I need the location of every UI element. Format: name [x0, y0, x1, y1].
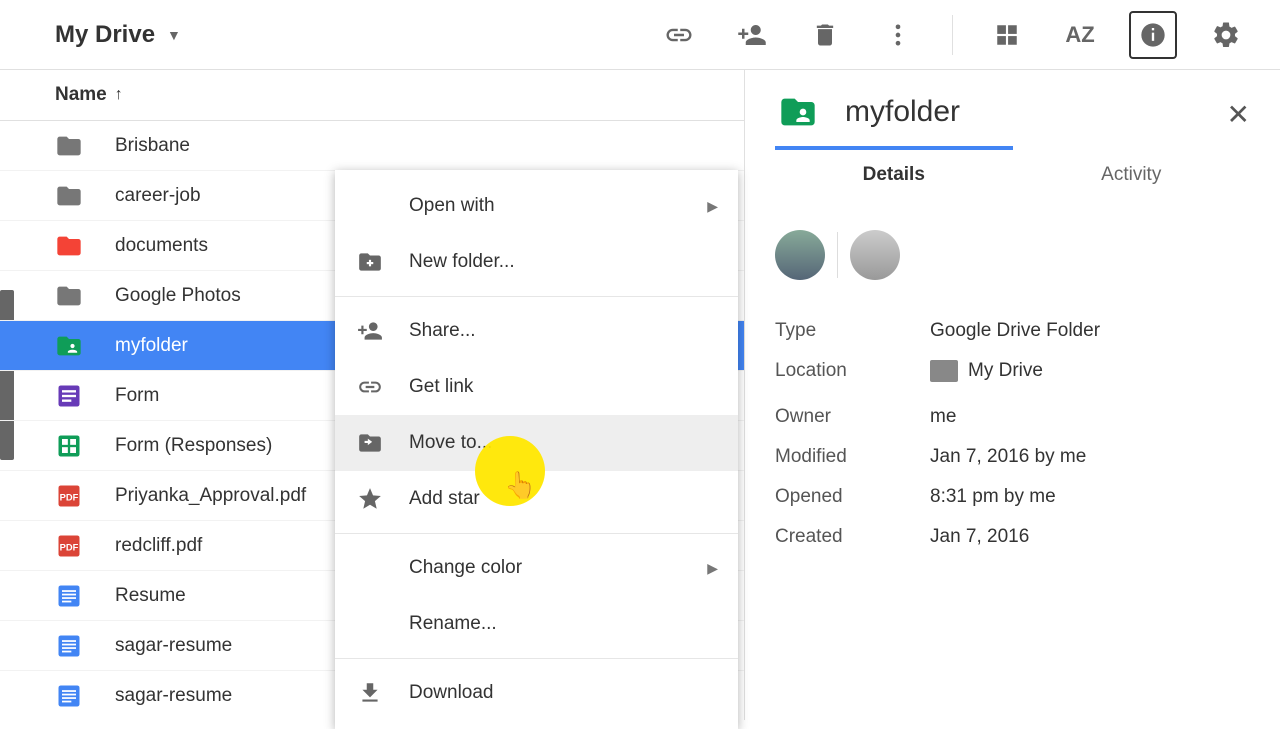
- column-header-label: Name: [55, 84, 107, 106]
- file-name: Resume: [115, 585, 186, 607]
- doc-icon: [55, 582, 83, 610]
- file-name: myfolder: [115, 335, 188, 357]
- menu-move-to[interactable]: Move to...: [335, 415, 738, 471]
- more-actions-button[interactable]: [874, 11, 922, 59]
- close-button[interactable]: ✕: [1227, 98, 1250, 131]
- breadcrumb[interactable]: My Drive ▼: [55, 21, 181, 49]
- menu-get-link[interactable]: Get link: [335, 359, 738, 415]
- location-label: Location: [775, 360, 930, 388]
- tab-details[interactable]: Details: [775, 150, 1013, 200]
- chevron-right-icon: ▶: [707, 198, 718, 215]
- svg-text:PDF: PDF: [60, 542, 79, 552]
- delete-button[interactable]: [801, 11, 849, 59]
- context-menu: Open with▶ New folder... Share... Get li…: [335, 170, 738, 729]
- folder-shared-icon: [775, 92, 821, 132]
- doc-icon: [55, 682, 83, 710]
- type-label: Type: [775, 320, 930, 342]
- menu-add-star[interactable]: Add star: [335, 471, 738, 527]
- new-folder-icon: [355, 247, 385, 277]
- thumbnail-row: [775, 230, 1250, 280]
- sort-button[interactable]: AZ: [1056, 11, 1104, 59]
- modified-label: Modified: [775, 446, 930, 468]
- modified-value: Jan 7, 2016 by me: [930, 446, 1250, 468]
- download-icon: [355, 678, 385, 708]
- share-icon: [355, 316, 385, 346]
- folder-icon: [930, 360, 958, 382]
- folder-shared-icon: [55, 332, 83, 360]
- chevron-right-icon: ▶: [707, 560, 718, 577]
- pdf-icon: PDF: [55, 482, 83, 510]
- folder-icon: [55, 182, 83, 210]
- breadcrumb-label: My Drive: [55, 21, 155, 49]
- file-row[interactable]: Brisbane: [0, 121, 744, 171]
- file-name: sagar-resume: [115, 635, 232, 657]
- info-button[interactable]: [1129, 11, 1177, 59]
- sheet-icon: [55, 432, 83, 460]
- details-panel: ✕ myfolder Details Activity Type Google …: [745, 70, 1280, 720]
- folder-icon: [55, 132, 83, 160]
- doc-icon: [55, 632, 83, 660]
- menu-new-folder[interactable]: New folder...: [335, 234, 738, 290]
- file-name: career-job: [115, 185, 201, 207]
- file-name: Form: [115, 385, 159, 407]
- file-name: sagar-resume: [115, 685, 232, 707]
- file-name: Brisbane: [115, 135, 190, 157]
- move-icon: [355, 428, 385, 458]
- location-value[interactable]: My Drive: [930, 360, 1250, 388]
- sort-ascending-icon: ↑: [115, 86, 123, 104]
- owner-value: me: [930, 406, 1250, 428]
- menu-rename[interactable]: Rename...: [335, 596, 738, 652]
- created-value: Jan 7, 2016: [930, 526, 1250, 548]
- file-name: Google Photos: [115, 285, 241, 307]
- toolbar: My Drive ▼ AZ: [0, 0, 1280, 70]
- opened-label: Opened: [775, 486, 930, 508]
- share-button[interactable]: [728, 11, 776, 59]
- link-icon: [355, 372, 385, 402]
- menu-open-with[interactable]: Open with▶: [335, 178, 738, 234]
- get-link-button[interactable]: [655, 11, 703, 59]
- settings-button[interactable]: [1202, 11, 1250, 59]
- created-label: Created: [775, 526, 930, 548]
- opened-value: 8:31 pm by me: [930, 486, 1250, 508]
- toolbar-actions: AZ: [655, 11, 1250, 59]
- folder-icon: [55, 232, 83, 260]
- menu-download[interactable]: Download: [335, 665, 738, 721]
- menu-change-color[interactable]: Change color▶: [335, 540, 738, 596]
- thumbnail[interactable]: [850, 230, 900, 280]
- owner-label: Owner: [775, 406, 930, 428]
- details-title: myfolder: [845, 95, 960, 129]
- folder-icon: [55, 282, 83, 310]
- menu-share[interactable]: Share...: [335, 303, 738, 359]
- star-icon: [355, 484, 385, 514]
- pdf-icon: PDF: [55, 532, 83, 560]
- tab-activity[interactable]: Activity: [1013, 150, 1251, 200]
- file-name: documents: [115, 235, 208, 257]
- chevron-down-icon: ▼: [167, 27, 181, 43]
- svg-text:PDF: PDF: [60, 492, 79, 502]
- file-name: Form (Responses): [115, 435, 272, 457]
- thumbnail[interactable]: [775, 230, 825, 280]
- form-icon: [55, 382, 83, 410]
- type-value: Google Drive Folder: [930, 320, 1250, 342]
- file-name: Priyanka_Approval.pdf: [115, 485, 306, 507]
- column-header-name[interactable]: Name ↑: [0, 70, 744, 121]
- grid-view-button[interactable]: [983, 11, 1031, 59]
- file-name: redcliff.pdf: [115, 535, 202, 557]
